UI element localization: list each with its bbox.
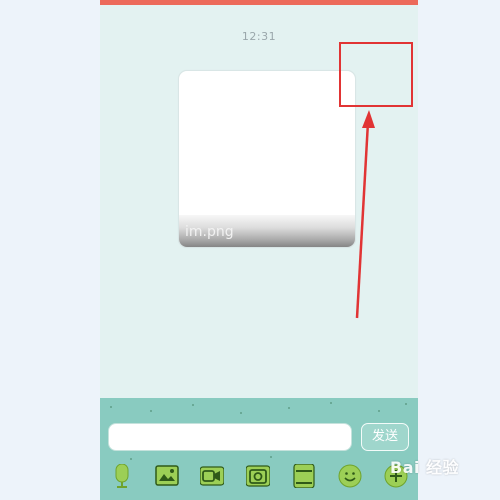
video-icon[interactable]: [200, 464, 224, 488]
image-icon[interactable]: [155, 464, 179, 488]
composer-area: 发送: [100, 398, 418, 500]
top-status-bar: [100, 0, 418, 5]
file-caption-bar: im.png: [179, 215, 355, 247]
background-speck: [330, 402, 332, 404]
highlight-box: [339, 42, 413, 107]
background-speck: [405, 403, 407, 405]
camera-icon[interactable]: [246, 464, 270, 488]
background-speck: [110, 406, 112, 408]
image-message-bubble[interactable]: im.png: [178, 70, 356, 248]
file-name-label: im.png: [185, 224, 234, 240]
background-speck: [192, 404, 194, 406]
background-speck: [270, 456, 272, 458]
background-speck: [240, 412, 242, 414]
watermark-logo: Bai 经验: [390, 458, 460, 477]
message-input[interactable]: [108, 423, 352, 451]
background-speck: [130, 458, 132, 460]
file-icon[interactable]: [292, 464, 316, 488]
background-speck: [378, 410, 380, 412]
background-speck: [150, 410, 152, 412]
send-button[interactable]: 发送: [361, 423, 409, 451]
microphone-icon[interactable]: [110, 464, 134, 488]
background-speck: [288, 407, 290, 409]
emoji-icon[interactable]: [338, 464, 362, 488]
